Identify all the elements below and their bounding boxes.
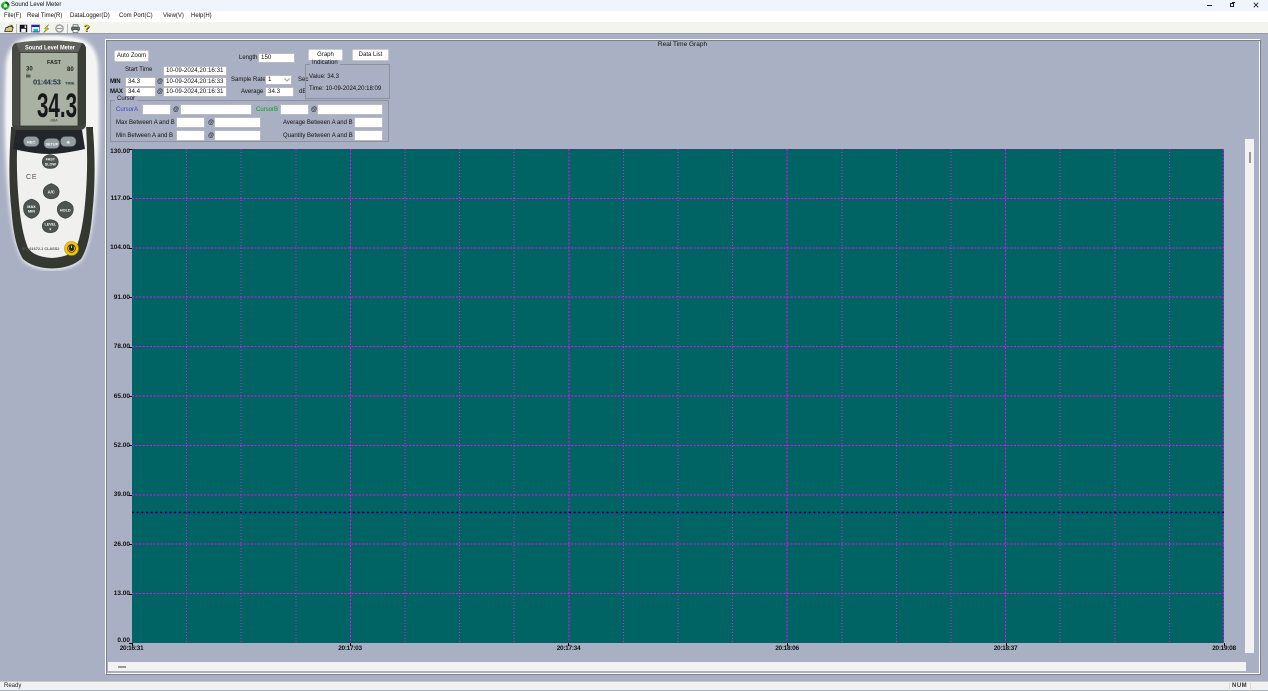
svg-text:01:44:53: 01:44:53 xyxy=(33,78,61,87)
svg-text:SLOW: SLOW xyxy=(45,162,57,166)
svg-text:REC: REC xyxy=(27,141,35,145)
svg-text:FAST: FAST xyxy=(46,158,56,162)
svg-text:TIME: TIME xyxy=(65,81,75,86)
svg-text:Sound Level Meter: Sound Level Meter xyxy=(25,45,76,52)
svg-text:MIN: MIN xyxy=(28,210,35,214)
svg-text:dBA: dBA xyxy=(50,118,58,123)
svg-text:80: 80 xyxy=(67,67,74,73)
svg-text:FAST: FAST xyxy=(47,60,62,66)
svg-text:HOLD: HOLD xyxy=(60,209,71,213)
svg-text:LEVEL: LEVEL xyxy=(45,223,57,227)
svg-text:CE: CE xyxy=(26,174,37,181)
svg-text:SETUP: SETUP xyxy=(45,143,58,147)
svg-text:MAX: MAX xyxy=(27,205,36,209)
svg-text:A/C: A/C xyxy=(48,190,55,195)
svg-text:▼: ▼ xyxy=(49,228,53,232)
svg-text:?: ? xyxy=(83,24,89,34)
svg-text:IEC 61672-1 CLASS2: IEC 61672-1 CLASS2 xyxy=(22,247,59,251)
